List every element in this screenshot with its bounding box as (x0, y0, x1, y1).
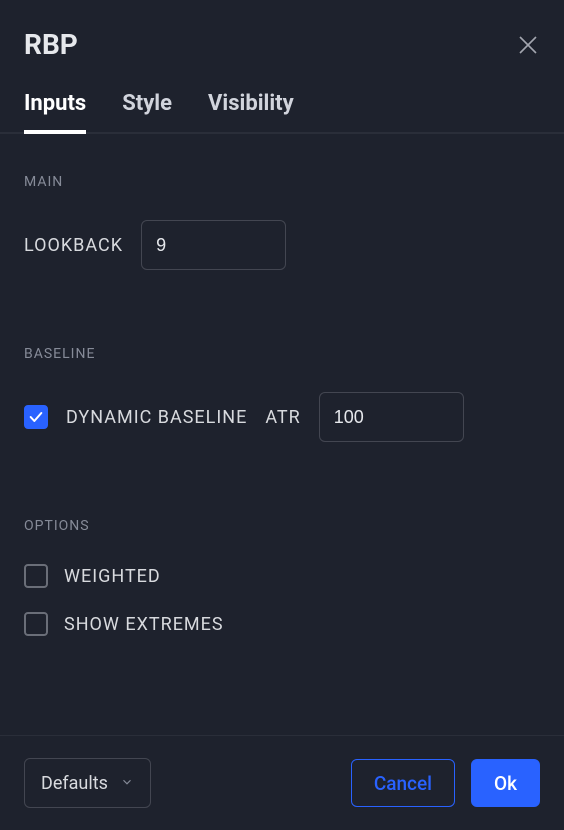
lookback-label: LOOKBACK (24, 235, 123, 256)
atr-label: ATR (265, 407, 300, 428)
defaults-label: Defaults (41, 773, 108, 794)
dynamic-baseline-label: DYNAMIC BASELINE (66, 407, 247, 428)
checkmark-icon (28, 409, 44, 425)
cancel-label: Cancel (374, 772, 432, 795)
tab-bar: Inputs Style Visibility (0, 61, 564, 134)
settings-dialog: RBP Inputs Style Visibility MAIN LOOKBAC… (0, 0, 564, 830)
section-heading-baseline: BASELINE (24, 346, 540, 362)
show-extremes-label: SHOW EXTREMES (64, 614, 224, 635)
atr-input[interactable] (319, 392, 464, 442)
close-icon (516, 33, 540, 57)
tab-visibility[interactable]: Visibility (208, 91, 294, 134)
tab-inputs[interactable]: Inputs (24, 91, 86, 134)
row-lookback: LOOKBACK (24, 220, 540, 270)
dialog-header: RBP (0, 0, 564, 61)
ok-label: Ok (494, 772, 517, 795)
row-dynamic-baseline: DYNAMIC BASELINE ATR (24, 392, 540, 442)
section-heading-options: OPTIONS (24, 518, 540, 534)
footer-actions: Cancel Ok (351, 759, 540, 807)
defaults-dropdown[interactable]: Defaults (24, 758, 151, 808)
weighted-checkbox[interactable] (24, 564, 48, 588)
dialog-content: MAIN LOOKBACK BASELINE DYNAMIC BASELINE … (0, 134, 564, 735)
section-heading-main: MAIN (24, 174, 540, 190)
dialog-title: RBP (24, 28, 78, 61)
show-extremes-checkbox[interactable] (24, 612, 48, 636)
dialog-footer: Defaults Cancel Ok (0, 735, 564, 830)
row-weighted: WEIGHTED (24, 564, 540, 588)
close-button[interactable] (516, 33, 540, 57)
tab-style[interactable]: Style (122, 91, 172, 134)
ok-button[interactable]: Ok (471, 759, 540, 807)
lookback-input[interactable] (141, 220, 286, 270)
cancel-button[interactable]: Cancel (351, 759, 455, 807)
dynamic-baseline-checkbox[interactable] (24, 405, 48, 429)
row-show-extremes: SHOW EXTREMES (24, 612, 540, 636)
weighted-label: WEIGHTED (64, 566, 161, 587)
chevron-down-icon (120, 773, 134, 794)
